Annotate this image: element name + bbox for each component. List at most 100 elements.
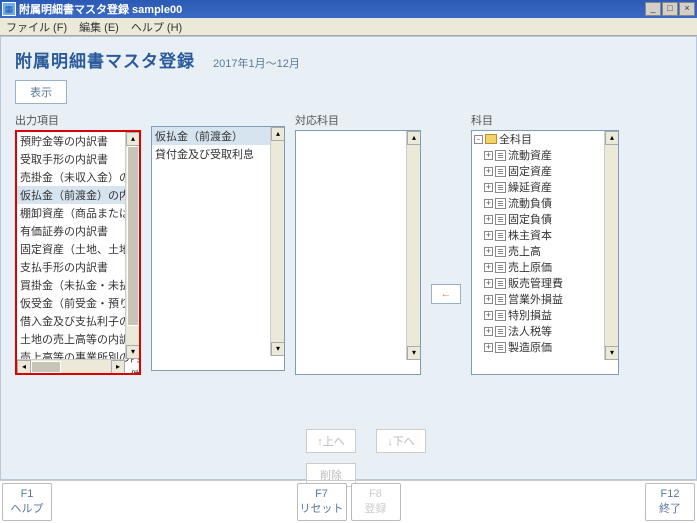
scroll-down-icon[interactable]: ▾: [605, 346, 619, 360]
tree-node-label: 株主資本: [508, 227, 552, 243]
scroll-thumb[interactable]: [127, 146, 139, 326]
output-items-listbox[interactable]: 預貯金等の内訳書受取手形の内訳書売掛金（未収入金）の内訳書仮払金（前渡金）の内訳…: [15, 130, 141, 375]
scroll-up-icon[interactable]: ▴: [407, 131, 421, 145]
scroll-up-icon[interactable]: ▴: [126, 132, 140, 146]
sheet-icon: [495, 262, 506, 273]
list-item[interactable]: 売掛金（未収入金）の内訳書: [17, 168, 139, 186]
work-area: 附属明細書マスタ登録 2017年1月～12月 表示 出力項目 預貯金等の内訳書受…: [0, 36, 697, 480]
list-item[interactable]: 棚卸資産（商品または製品、半: [17, 204, 139, 222]
tree-node[interactable]: + 法人税等: [472, 323, 618, 339]
scroll-up-icon[interactable]: ▴: [271, 127, 285, 141]
scroll-left-icon[interactable]: ◂: [17, 360, 31, 374]
expand-icon[interactable]: +: [484, 327, 493, 336]
minimize-button[interactable]: _: [645, 2, 661, 16]
tree-node[interactable]: + 流動資産: [472, 147, 618, 163]
move-up-button[interactable]: ↑上へ: [306, 429, 356, 453]
tree-node-label: 製造原価: [508, 339, 552, 355]
collapse-icon[interactable]: -: [474, 135, 483, 144]
list-item[interactable]: 土地の売上高等の内訳書: [17, 330, 139, 348]
expand-icon[interactable]: +: [484, 199, 493, 208]
tree-node-label: 売上原価: [508, 259, 552, 275]
account-tree[interactable]: -全科目+流動資産+固定資産+繰延資産+流動負債+固定負債+株主資本+売上高+売…: [471, 130, 619, 375]
maximize-button[interactable]: □: [662, 2, 678, 16]
tree-node[interactable]: +固定負債: [472, 211, 618, 227]
folder-icon: [485, 134, 497, 144]
tree-node-label: 法人税等: [508, 323, 552, 339]
list-item[interactable]: 有価証券の内訳書: [17, 222, 139, 240]
tree-node[interactable]: +売上高: [472, 243, 618, 259]
menu-bar: ファイル (F) 編集 (E) ヘルプ (H): [0, 18, 697, 36]
scroll-up-icon[interactable]: ▴: [605, 131, 619, 145]
tree-node[interactable]: + 販売管理費: [472, 275, 618, 291]
tree-node-label: 営業外損益: [508, 291, 563, 307]
sheet-icon: [495, 198, 506, 209]
tree-node[interactable]: +固定資産: [472, 163, 618, 179]
sheet-icon: [495, 166, 506, 177]
page-title: 附属明細書マスタ登録: [15, 47, 195, 72]
expand-icon[interactable]: +: [484, 343, 493, 352]
menu-file[interactable]: ファイル (F): [6, 19, 67, 35]
scroll-thumb-h[interactable]: [31, 361, 61, 373]
list-item[interactable]: 支払手形の内訳書: [17, 258, 139, 276]
expand-icon[interactable]: +: [484, 247, 493, 256]
detail-listbox[interactable]: 仮払金（前渡金）貸付金及び受取利息 ▴ ▾: [151, 126, 285, 371]
expand-icon[interactable]: +: [484, 311, 493, 320]
scrollbar-horizontal[interactable]: ◂ ▸: [17, 359, 125, 373]
expand-icon[interactable]: +: [484, 295, 493, 304]
list-item[interactable]: 仮受金（前受金・預り金）の内: [17, 294, 139, 312]
f12-exit-button[interactable]: F12終了: [645, 483, 695, 521]
scroll-down-icon[interactable]: ▾: [407, 346, 421, 360]
tree-node-label: 販売管理費: [508, 275, 563, 291]
expand-icon[interactable]: +: [484, 167, 493, 176]
f8-register-button[interactable]: F8登録: [351, 483, 401, 521]
menu-edit[interactable]: 編集 (E): [79, 19, 119, 35]
tree-node[interactable]: + 売上原価: [472, 259, 618, 275]
tree-node[interactable]: + 特別損益: [472, 307, 618, 323]
tree-node[interactable]: +流動負債: [472, 195, 618, 211]
expand-icon[interactable]: +: [484, 231, 493, 240]
menu-help[interactable]: ヘルプ (H): [131, 19, 182, 35]
expand-icon[interactable]: +: [484, 215, 493, 224]
response-account-label: 対応科目: [295, 112, 421, 128]
output-items-label: 出力項目: [15, 112, 141, 128]
tree-root-label[interactable]: 全科目: [499, 131, 532, 147]
sheet-icon: [495, 342, 506, 353]
scrollbar-vertical[interactable]: ▴ ▾: [604, 131, 618, 360]
tree-node[interactable]: + 繰延資産: [472, 179, 618, 195]
scrollbar-vertical[interactable]: ▴ ▾: [406, 131, 420, 360]
scroll-right-icon[interactable]: ▸: [111, 360, 125, 374]
list-item[interactable]: 預貯金等の内訳書: [17, 132, 139, 150]
period-label: 2017年1月～12月: [213, 55, 300, 71]
close-button[interactable]: ×: [679, 2, 695, 16]
scrollbar-vertical[interactable]: ▴ ▾: [125, 132, 139, 359]
window-titlebar: ▦ 附属明細書マスタ登録 sample00 _ □ ×: [0, 0, 697, 18]
scroll-down-icon[interactable]: ▾: [126, 345, 140, 359]
expand-icon[interactable]: +: [484, 279, 493, 288]
move-down-button[interactable]: ↓下へ: [376, 429, 426, 453]
sheet-icon: [495, 182, 506, 193]
sheet-icon: [495, 326, 506, 337]
list-item[interactable]: 買掛金（未払金・未払費用）の: [17, 276, 139, 294]
expand-icon[interactable]: +: [484, 151, 493, 160]
expand-icon[interactable]: +: [484, 263, 493, 272]
tree-node[interactable]: + 営業外損益: [472, 291, 618, 307]
tree-node-label: 流動資産: [508, 147, 552, 163]
list-item[interactable]: 仮払金（前渡金）: [152, 127, 284, 145]
list-item[interactable]: 固定資産（土地、土地の上に存: [17, 240, 139, 258]
move-left-button[interactable]: ←: [431, 284, 461, 304]
list-item[interactable]: 借入金及び支払利子の内訳書: [17, 312, 139, 330]
response-account-listbox[interactable]: ▴ ▾: [295, 130, 421, 375]
f1-help-button[interactable]: F1ヘルプ: [2, 483, 52, 521]
expand-icon[interactable]: +: [484, 183, 493, 192]
tree-node-label: 繰延資産: [508, 179, 552, 195]
list-item[interactable]: 仮払金（前渡金）の内訳書／貸: [17, 186, 139, 204]
scrollbar-vertical[interactable]: ▴ ▾: [270, 127, 284, 356]
list-item[interactable]: 受取手形の内訳書: [17, 150, 139, 168]
scroll-down-icon[interactable]: ▾: [271, 342, 285, 356]
tree-node[interactable]: + 製造原価: [472, 339, 618, 355]
display-button[interactable]: 表示: [15, 80, 67, 104]
tree-node[interactable]: + 株主資本: [472, 227, 618, 243]
list-item[interactable]: 貸付金及び受取利息: [152, 145, 284, 163]
f7-reset-button[interactable]: F7リセット: [297, 483, 347, 521]
tree-node-label: 特別損益: [508, 307, 552, 323]
